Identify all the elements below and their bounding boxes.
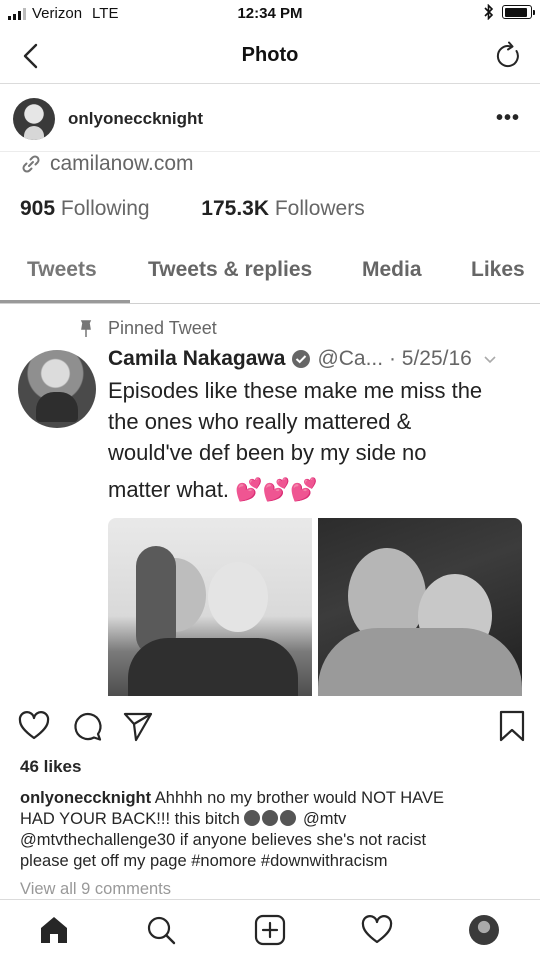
tweet-author: Camila Nakagawa xyxy=(108,347,286,370)
caption-text: please get off my page #nomore #downwith… xyxy=(20,852,388,870)
verified-icon xyxy=(292,350,311,368)
activity-icon[interactable] xyxy=(360,913,394,947)
tab-tweets-replies: Tweets & replies xyxy=(148,258,313,281)
caption-text: @mtvthechallenge30 if anyone believes sh… xyxy=(20,831,427,849)
tweet-text: Episodes like these make me miss the the… xyxy=(108,375,528,505)
link-text: camilanow.com xyxy=(50,152,194,175)
post-caption: onlyoneccknight Ahhhh no my brother woul… xyxy=(20,788,525,872)
tweet-image-left xyxy=(108,518,312,696)
twitter-tabs: Tweets Tweets & replies Media Likes xyxy=(0,248,540,304)
pinned-text: Pinned Tweet xyxy=(108,318,217,338)
tweet-avatar xyxy=(18,350,96,428)
chevron-down-icon xyxy=(484,356,496,364)
avatar[interactable] xyxy=(13,98,55,140)
angry-emoji-icon xyxy=(244,810,261,826)
tweet-line: would've def been by my side no xyxy=(108,440,427,465)
active-tab-indicator xyxy=(0,300,130,303)
tweet-image-right xyxy=(318,518,522,696)
clock: 12:34 PM xyxy=(237,5,303,22)
caption-text: Ahhhh no my brother would NOT HAVE xyxy=(151,789,444,807)
pin-icon xyxy=(80,319,92,337)
following-count: 905 xyxy=(20,197,56,220)
followers-count: 175.3K xyxy=(201,197,270,220)
followers-label: Followers xyxy=(274,197,365,220)
tweet-header: Camila Nakagawa @Ca... · 5/25/16 xyxy=(108,347,498,371)
post-photo[interactable]: camilanow.com 905 Following 175.3K Follo… xyxy=(0,151,540,696)
heart-icon[interactable] xyxy=(17,709,51,743)
pinned-label: Pinned Tweet xyxy=(78,318,217,339)
search-icon[interactable] xyxy=(144,913,178,947)
page-title: Photo xyxy=(241,44,299,66)
tweet-line: matter what. 💕💕💕 xyxy=(108,477,318,502)
view-all-comments-link[interactable]: View all 9 comments xyxy=(20,880,171,899)
status-bar: Verizon LTE 12:34 PM xyxy=(0,0,540,28)
tweet-line: the ones who really mattered & xyxy=(108,409,412,434)
profile-icon[interactable] xyxy=(469,915,499,945)
post-username[interactable]: onlyoneccknight xyxy=(68,109,203,129)
caption-username[interactable]: onlyoneccknight xyxy=(20,789,151,807)
send-icon[interactable] xyxy=(121,709,155,743)
tab-likes: Likes xyxy=(471,258,525,281)
bluetooth-icon xyxy=(484,4,494,20)
comment-icon[interactable] xyxy=(70,709,104,743)
post-actions xyxy=(0,697,540,753)
angry-emoji-icon xyxy=(262,810,279,826)
tab-bar xyxy=(0,899,540,960)
nav-bar: Photo xyxy=(0,28,540,84)
following-label: Following xyxy=(60,197,150,220)
tweet-line: Episodes like these make me miss the xyxy=(108,378,483,403)
follow-stats: 905 Following 175.3K Followers xyxy=(20,197,365,221)
caption-text: HAD YOUR BACK!!! this bitch xyxy=(20,810,245,828)
refresh-icon[interactable] xyxy=(492,40,524,72)
tab-tweets: Tweets xyxy=(27,258,97,281)
mention-mtv[interactable]: @mtv xyxy=(298,810,346,828)
angry-emoji-icon xyxy=(280,810,297,826)
battery-icon xyxy=(502,5,535,19)
new-post-icon[interactable] xyxy=(253,913,287,947)
link-icon xyxy=(22,155,40,173)
tab-media: Media xyxy=(362,258,422,281)
post-header: onlyoneccknight ••• xyxy=(0,85,540,151)
bookmark-icon[interactable] xyxy=(495,709,529,743)
home-icon[interactable] xyxy=(37,913,71,947)
more-options-icon[interactable]: ••• xyxy=(496,107,520,130)
likes-count[interactable]: 46 likes xyxy=(20,757,81,777)
profile-link: camilanow.com xyxy=(20,152,194,176)
tweet-handle-date: @Ca... · 5/25/16 xyxy=(317,347,472,370)
